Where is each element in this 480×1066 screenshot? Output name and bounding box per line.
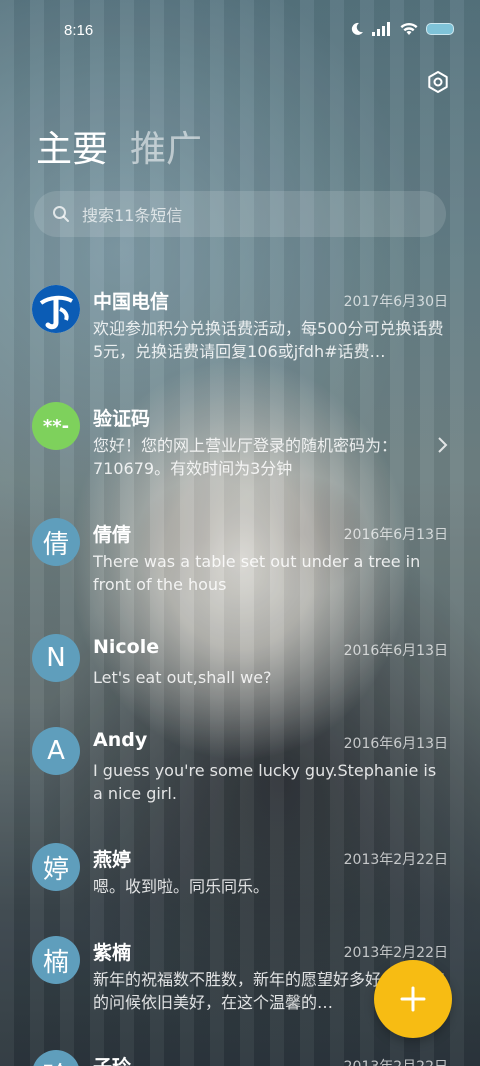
settings-icon[interactable]: [426, 70, 450, 94]
sender-name: Andy: [93, 729, 148, 751]
new-message-button[interactable]: [374, 960, 452, 1038]
status-bar: 8:16: [0, 0, 480, 62]
message-preview: 欢迎参加积分兑换话费活动，每500分可兑换话费5元，兑换话费请回复106或jfd…: [93, 319, 444, 361]
avatar: **-: [32, 402, 80, 450]
message-date: 2017年6月30日: [343, 294, 448, 310]
chevron-right-icon: [438, 437, 448, 453]
tab-main[interactable]: 主要: [36, 120, 108, 172]
message-preview: There was a table set out under a tree i…: [93, 552, 421, 594]
avatar: A: [32, 727, 80, 775]
tab-promotions[interactable]: 推广: [130, 120, 202, 172]
sender-name: 子玲: [93, 1052, 131, 1066]
sender-name: 燕婷: [93, 849, 132, 871]
battery-icon: [426, 23, 454, 35]
message-preview: 您好！您的网上营业厅登录的随机密码为：710679。有效时间为3分钟: [93, 436, 398, 478]
message-item[interactable]: 玲 子玲 2013年2月22日: [0, 1050, 480, 1066]
message-item[interactable]: **- 验证码 您好！您的网上营业厅登录的随机密码为：710679。有效时间为3…: [0, 402, 480, 512]
moon-icon: [351, 22, 363, 35]
message-date: 2016年6月13日: [343, 527, 448, 543]
status-icons: [350, 22, 454, 36]
message-item[interactable]: 倩 倩倩 2016年6月13日 There was a table set ou…: [0, 518, 480, 628]
message-date: 2016年6月13日: [343, 643, 448, 659]
message-date: 2013年2月22日: [343, 852, 448, 868]
sender-name: 倩倩: [93, 524, 132, 546]
signal-icon: [372, 22, 390, 36]
avatar: 玲: [32, 1050, 80, 1066]
avatar: 婷: [32, 843, 80, 891]
message-date: 2013年2月22日: [343, 945, 448, 961]
status-time: 8:16: [64, 22, 94, 39]
message-date: 2016年6月13日: [343, 736, 448, 752]
sender-name: Nicole: [93, 636, 160, 658]
message-date: 2013年2月22日: [344, 1056, 448, 1066]
avatar: N: [32, 634, 80, 682]
search-icon: [53, 206, 69, 222]
message-preview: 嗯。收到啦。同乐同乐。: [93, 877, 270, 896]
china-telecom-logo: [32, 285, 80, 333]
tab-bar: 主要 推广: [36, 120, 202, 172]
message-preview: I guess you're some lucky guy.Stephanie …: [93, 761, 437, 803]
message-preview: Let's eat out,shall we?: [93, 668, 272, 687]
wifi-icon: [400, 22, 418, 35]
message-item[interactable]: A Andy 2016年6月13日 I guess you're some lu…: [0, 727, 480, 837]
sender-name: 紫楠: [93, 942, 132, 964]
avatar: 楠: [32, 936, 80, 984]
search-placeholder: 搜索11条短信: [82, 206, 183, 225]
sender-name: 验证码: [93, 408, 151, 430]
avatar: 倩: [32, 518, 80, 566]
message-item[interactable]: 中国电信 2017年6月30日 欢迎参加积分兑换话费活动，每500分可兑换话费5…: [0, 285, 480, 395]
sender-name: 中国电信: [93, 291, 170, 313]
plus-icon: [400, 986, 426, 1012]
search-bar[interactable]: 搜索11条短信: [34, 191, 446, 237]
